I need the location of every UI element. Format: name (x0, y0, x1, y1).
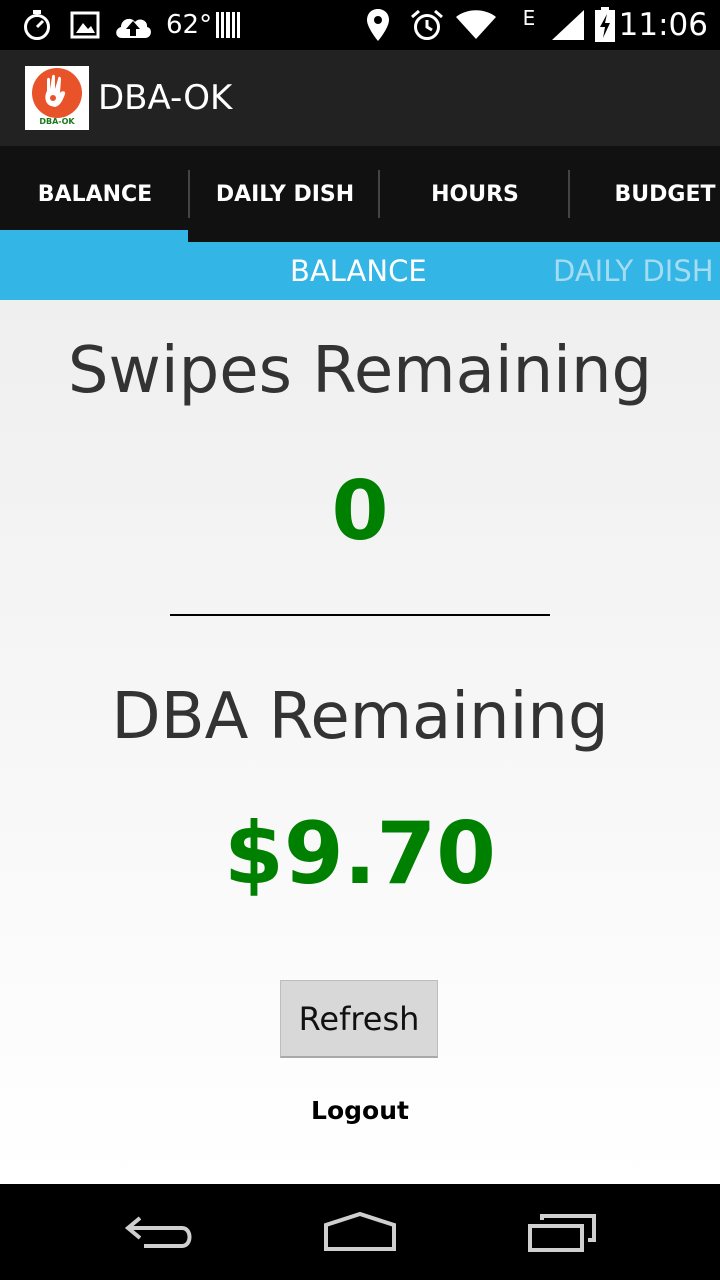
refresh-button[interactable]: Refresh (280, 980, 438, 1058)
app-logo[interactable]: DBA-OK (25, 66, 89, 130)
tab-balance-label: BALANCE (37, 181, 153, 207)
signal-icon (548, 0, 588, 50)
wifi-icon (454, 0, 498, 50)
screen: 62° E 11:06 DBA-OK DBA-OK BALANCE DAILY … (0, 0, 720, 1280)
tab-daily-dish-label: DAILY DISH (215, 181, 355, 207)
tab-budget-label: BUDGET (614, 181, 716, 207)
balance-page: Swipes Remaining 0 DBA Remaining $9.70 R… (0, 300, 720, 1184)
swipes-heading: Swipes Remaining (67, 334, 653, 408)
tab-budget[interactable]: BUDGET (570, 146, 720, 242)
battery-charging-icon (592, 0, 618, 50)
tab-hours[interactable]: HOURS (380, 146, 570, 242)
status-bar: 62° E 11:06 (0, 0, 720, 50)
location-pin-icon (362, 0, 394, 50)
stopwatch-icon (20, 0, 54, 50)
pager-title-next[interactable]: DAILY DISH (553, 242, 714, 300)
alarm-icon (408, 0, 446, 50)
swipes-value: 0 (331, 464, 389, 559)
dba-value: $9.70 (223, 804, 497, 904)
pager-title-strip: BALANCE DAILY DISH (0, 242, 720, 300)
tab-selected-indicator (0, 230, 188, 242)
dba-heading: DBA Remaining (111, 680, 609, 754)
tab-bar: BALANCE DAILY DISH HOURS BUDGET (0, 146, 720, 242)
cloud-upload-icon (112, 0, 154, 50)
logout-link[interactable]: Logout (0, 1096, 720, 1125)
tab-hours-label: HOURS (431, 181, 519, 207)
temperature-text: 62° (166, 10, 213, 40)
tab-daily-dish[interactable]: DAILY DISH (190, 146, 380, 242)
pager-title-current[interactable]: BALANCE (290, 242, 427, 300)
image-icon (68, 0, 102, 50)
recent-apps-icon[interactable] (507, 1184, 617, 1280)
app-title: DBA-OK (98, 78, 233, 118)
app-logo-label: DBA-OK (39, 117, 75, 126)
home-icon[interactable] (305, 1184, 415, 1280)
clock-text: 11:06 (618, 7, 708, 43)
section-divider (170, 614, 550, 616)
barcode-icon (214, 0, 242, 50)
back-icon[interactable] (105, 1184, 215, 1280)
network-type-text: E (522, 6, 536, 30)
tab-balance[interactable]: BALANCE (0, 146, 190, 242)
navigation-bar (0, 1184, 720, 1280)
action-bar: DBA-OK DBA-OK (0, 50, 720, 148)
